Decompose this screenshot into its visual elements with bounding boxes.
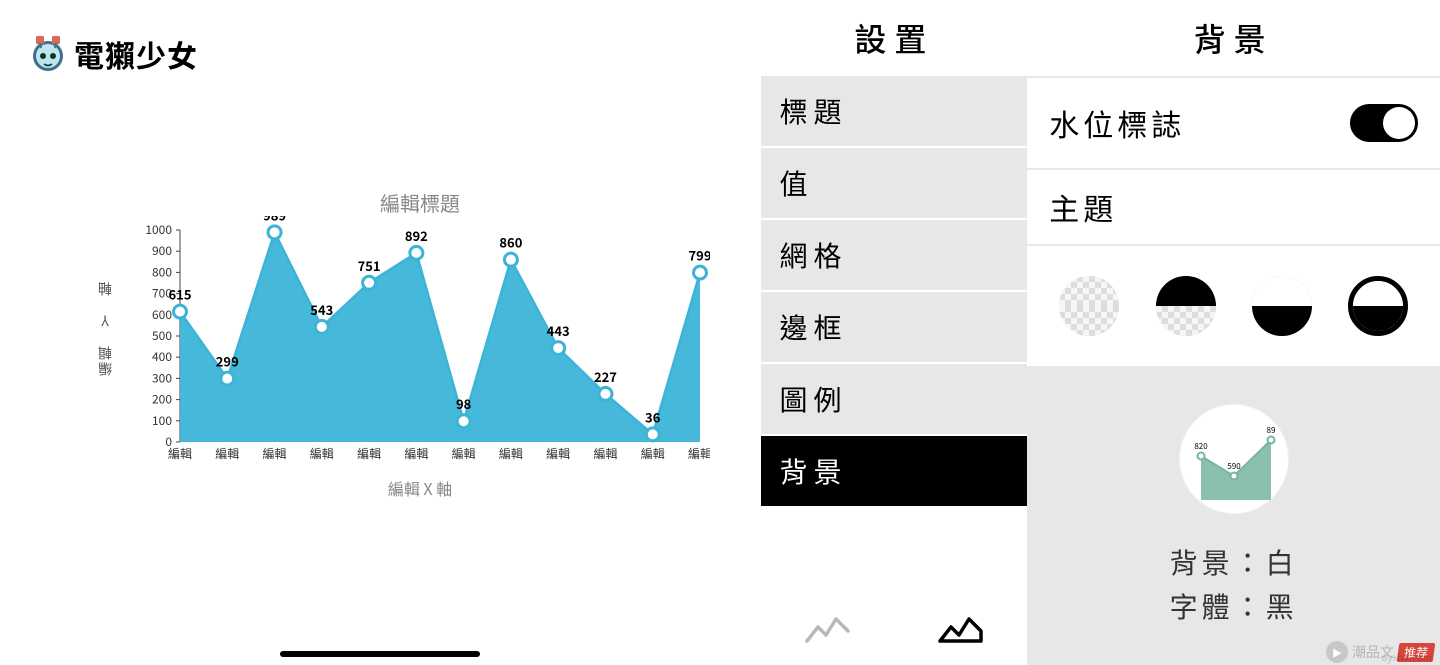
svg-text:800: 800 [152,263,172,280]
play-icon: ▶ [1326,641,1348,663]
svg-text:820: 820 [1194,441,1208,452]
svg-text:編輯: 編輯 [499,445,523,462]
svg-text:100: 100 [152,412,172,429]
svg-text:編輯: 編輯 [641,445,665,462]
settings-item-5[interactable]: 背景 [761,436,1027,506]
chart-title[interactable]: 編輯標題 [300,188,540,217]
watermark-toggle[interactable] [1350,104,1418,142]
svg-text:編輯: 編輯 [688,445,710,462]
svg-text:編輯: 編輯 [593,445,617,462]
theme-label: 主題 [1049,185,1117,229]
svg-text:36: 36 [645,407,661,426]
settings-item-3[interactable]: 邊框 [761,292,1027,364]
svg-text:751: 751 [358,256,381,275]
theme-swatches [1027,246,1440,366]
svg-text:編輯: 編輯 [215,445,239,462]
settings-item-4[interactable]: 圖例 [761,364,1027,436]
watermark-toggle-label: 水位標誌 [1049,101,1185,145]
theme-description: 背景：白 字體：黑 [1170,540,1298,628]
settings-header: 設置 [761,0,1027,76]
svg-text:編輯: 編輯 [546,445,570,462]
svg-text:編輯: 編輯 [404,445,428,462]
chart-canvas[interactable]: 01002003004005006007008009001000615編輯299… [130,216,710,476]
svg-text:1000: 1000 [145,221,172,238]
svg-text:編輯: 編輯 [310,445,334,462]
watermark-toggle-row: 水位標誌 [1027,78,1440,170]
svg-text:編輯: 編輯 [452,445,476,462]
theme-swatch-1[interactable] [1156,276,1216,336]
chart-type-line-tab[interactable] [761,595,894,665]
svg-text:860: 860 [499,233,522,252]
svg-text:989: 989 [263,216,286,224]
background-header: 背景 [1027,0,1440,78]
watermark-url: ayxhk.com [1382,649,1432,664]
svg-text:編輯: 編輯 [263,445,287,462]
svg-text:299: 299 [216,352,239,371]
settings-list: 標題值網格邊框圖例背景 [761,76,1027,506]
theme-preview-thumb[interactable]: 820 590 89 [1179,404,1289,514]
svg-text:892: 892 [405,226,428,245]
chart-y-axis-title[interactable]: 編輯 Y 軸 [95,280,111,376]
theme-desc-font: 字體：黑 [1170,584,1298,628]
site-watermark: ▶ 潮品文 推荐 ayxhk.com [1326,641,1434,663]
background-panel: 背景 水位標誌 主題 820 590 89 背景：白 字體：黑 [1027,0,1440,665]
theme-desc-bg: 背景：白 [1170,540,1298,584]
svg-text:編輯: 編輯 [357,445,381,462]
settings-item-2[interactable]: 網格 [761,220,1027,292]
theme-swatch-2[interactable] [1252,276,1312,336]
svg-text:200: 200 [152,391,172,408]
svg-text:615: 615 [168,285,191,304]
settings-item-1[interactable]: 值 [761,148,1027,220]
preview-phone: 電獺少女 編輯 Y 軸 編輯標題 編輯 X 軸 0100200300400500… [0,0,760,665]
svg-text:590: 590 [1227,461,1241,472]
svg-text:600: 600 [152,306,172,323]
theme-swatch-0[interactable] [1059,276,1119,336]
svg-text:500: 500 [152,327,172,344]
home-indicator [280,651,480,657]
theme-swatch-3[interactable] [1348,276,1408,336]
svg-text:227: 227 [594,367,617,386]
brand-logo-icon [28,34,68,74]
chart-type-area-tab[interactable] [894,595,1027,665]
svg-text:300: 300 [152,369,172,386]
chart-type-tabs [761,595,1027,665]
svg-text:98: 98 [456,394,472,413]
chart-x-axis-title[interactable]: 編輯 X 軸 [300,476,540,500]
svg-text:900: 900 [152,242,172,259]
svg-text:89: 89 [1266,425,1275,436]
settings-item-0[interactable]: 標題 [761,76,1027,148]
brand-name: 電獺少女 [74,32,198,76]
svg-text:543: 543 [310,300,333,319]
theme-label-row: 主題 [1027,170,1440,246]
settings-panel: 設置 標題值網格邊框圖例背景 [760,0,1027,665]
svg-text:編輯: 編輯 [168,445,192,462]
svg-text:400: 400 [152,348,172,365]
svg-text:443: 443 [547,321,570,340]
svg-text:799: 799 [688,246,710,265]
theme-preview-zone: 820 590 89 背景：白 字體：黑 [1027,366,1440,665]
brand: 電獺少女 [28,32,198,76]
